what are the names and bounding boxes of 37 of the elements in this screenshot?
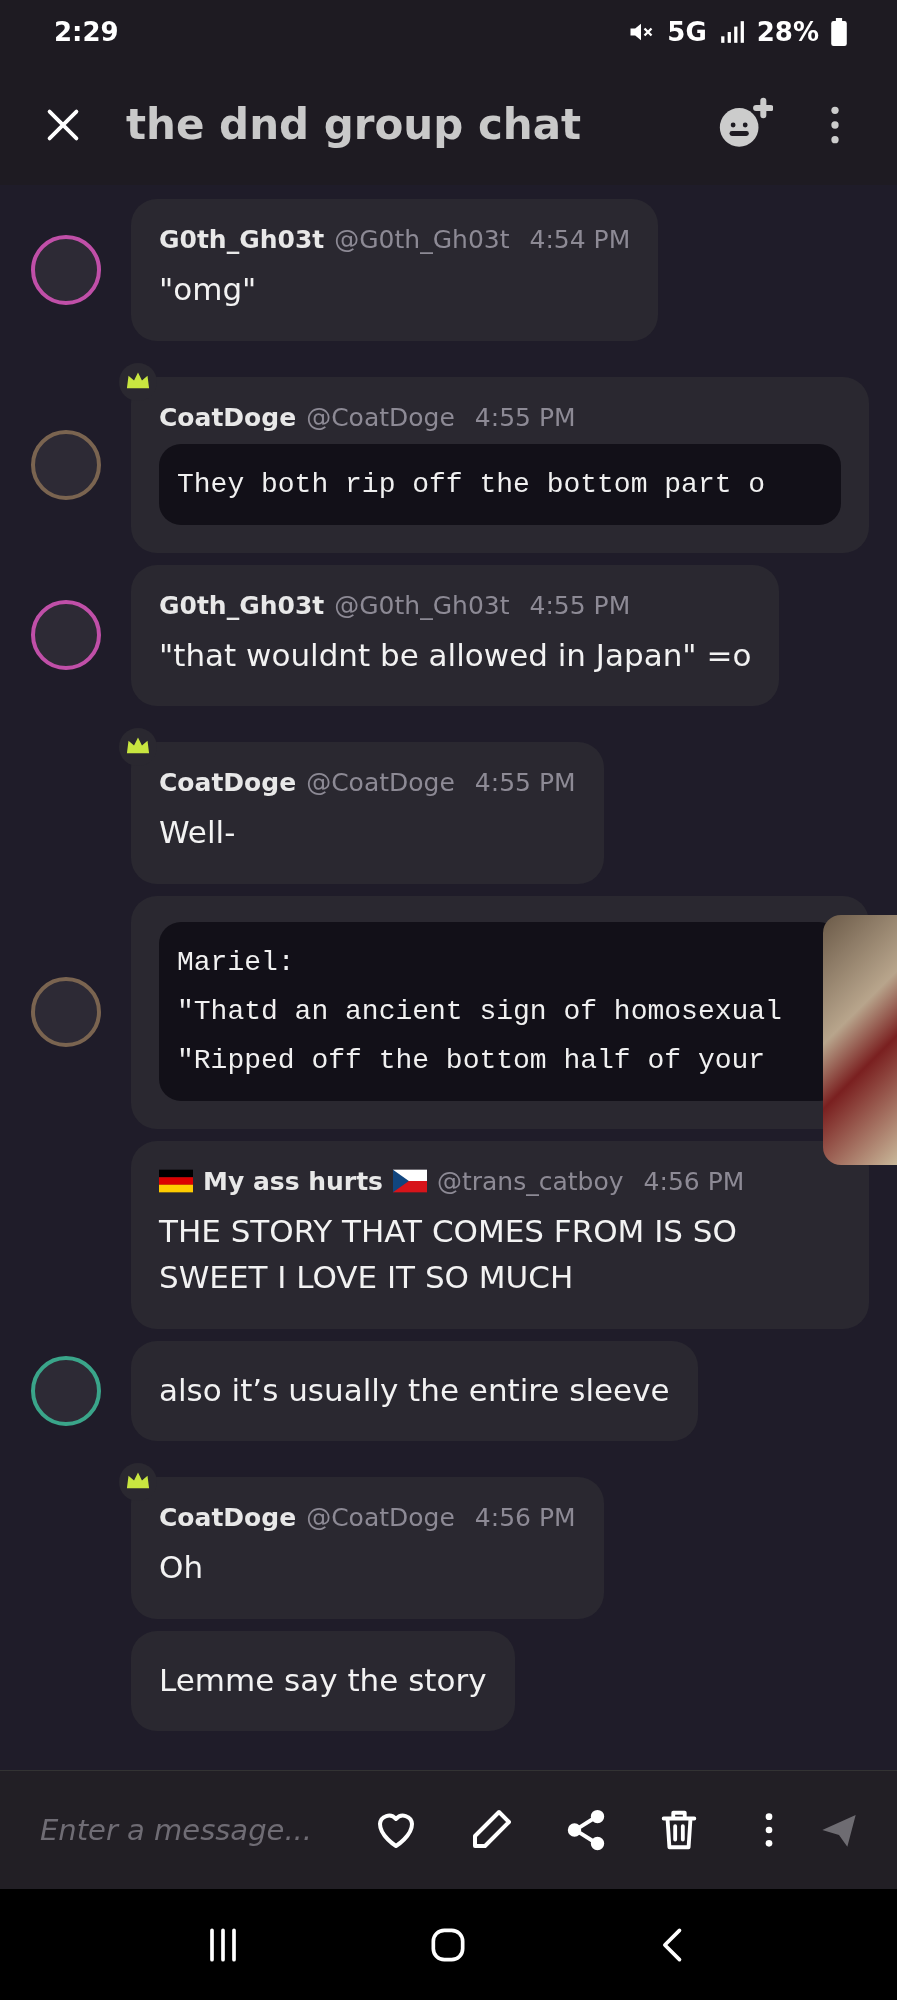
message-text: Oh [159,1548,205,1587]
author-handle: @CoatDoge [306,1503,455,1532]
author-handle: @CoatDoge [306,768,455,797]
code-line: Mariel: [177,945,296,980]
message-time: 4:56 PM [474,1503,576,1532]
author-handle: @CoatDoge [306,402,455,432]
battery-icon [831,18,847,46]
message-text: "omg" [159,270,258,309]
author-name[interactable]: G0th_Gh03t [159,225,325,254]
message-time: 4:55 PM [529,590,631,620]
battery-percent: 28% [756,17,819,47]
signal-icon [718,19,745,45]
chat-title: the dnd group chat [126,100,583,149]
author-name[interactable]: G0th_Gh03t [159,590,325,620]
author-handle: @G0th_Gh03t [334,225,510,254]
author-name[interactable]: CoatDoge [159,1503,297,1532]
message-text: "that wouldnt be allowed in Japan" =o [159,635,752,675]
message-time: 4:55 PM [474,402,576,432]
flag-icon [392,1169,427,1193]
message-text: Lemme say the story [159,1660,487,1700]
message-time: 4:56 PM [643,1166,745,1196]
message-text: also it’s usually the entire sleeve [159,1370,670,1410]
code-line: "Ripped off the bottom half of your [177,1043,767,1078]
message-text: THE STORY THAT COMES FROM IS SO SWEET I LOVE IT SO MUCH [159,1211,738,1297]
status-time: 2:29 [54,17,119,47]
author-handle: @G0th_Gh03t [334,590,510,620]
code-line: "Thatd an ancient sign of homosexual [177,994,783,1029]
author-handle: @trans_catboy [436,1166,624,1196]
author-name[interactable]: My ass hurts [203,1166,383,1196]
message-time: 4:54 PM [529,225,631,254]
network-type: 5G [667,17,707,47]
message-input[interactable]: Enter a message... [38,1812,352,1848]
author-name[interactable]: CoatDoge [159,402,297,432]
message-time: 4:55 PM [474,768,576,797]
code-line: They both rip off the bottom part o [177,467,767,502]
author-name[interactable]: CoatDoge [159,768,297,797]
message-text: Well- [159,813,237,852]
